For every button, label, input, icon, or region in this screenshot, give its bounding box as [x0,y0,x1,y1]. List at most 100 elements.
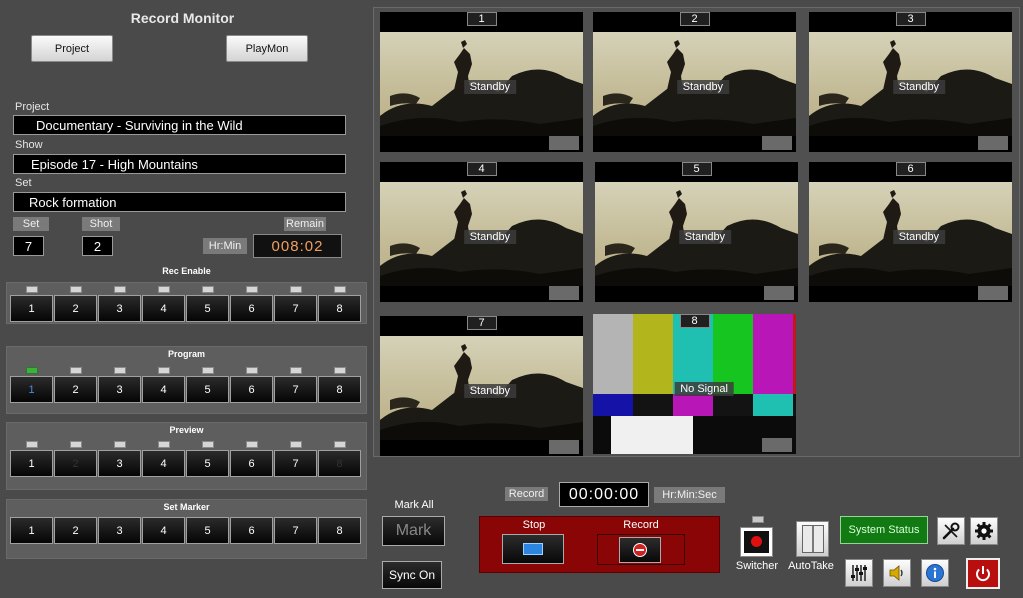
playmon-button[interactable]: PlayMon [226,35,308,62]
preview-button-8[interactable]: 8 [318,450,361,477]
program-led-2 [69,367,82,374]
speaker-icon [889,565,903,581]
set-counter-tag: Set [13,217,49,231]
sync-on-button[interactable]: Sync On [382,561,442,589]
program-button-8[interactable]: 8 [318,376,361,403]
set-marker-cell-3: 3 [98,517,141,544]
preview-button-6[interactable]: 6 [230,450,273,477]
tools-button[interactable] [937,517,965,545]
preview-led-7 [289,441,302,448]
monitor-corner-indicator [549,440,579,454]
hrmin-tag: Hr:Min [203,238,247,254]
set-marker-button-7[interactable]: 7 [274,517,317,544]
set-field[interactable]: Rock formation [13,192,346,212]
monitor-number: 4 [466,162,497,176]
record-button[interactable] [619,537,661,563]
preview-button-5[interactable]: 5 [186,450,229,477]
preview-button-7[interactable]: 7 [274,450,317,477]
stop-icon [523,543,543,555]
program-button-7[interactable]: 7 [274,376,317,403]
monitor-number: 2 [679,12,710,26]
rec-enable-button-4[interactable]: 4 [142,295,185,322]
power-button[interactable] [966,558,1000,589]
preview-button-4[interactable]: 4 [142,450,185,477]
switcher-button[interactable] [740,527,773,557]
rec-enable-led-1 [25,286,38,293]
monitor-4[interactable]: 4 Standby [380,162,583,302]
show-label: Show [15,139,43,151]
show-field[interactable]: Episode 17 - High Mountains [13,154,346,174]
rec-enable-button-2[interactable]: 2 [54,295,97,322]
rec-enable-button-8[interactable]: 8 [318,295,361,322]
preview-led-8 [333,441,346,448]
set-marker-button-3[interactable]: 3 [98,517,141,544]
project-field[interactable]: Documentary - Surviving in the Wild [13,115,346,135]
program-button-6[interactable]: 6 [230,376,273,403]
rec-enable-led-7 [289,286,302,293]
preview-cell-1: 1 [10,441,53,477]
record-tag: Record [505,487,548,501]
program-button-3[interactable]: 3 [98,376,141,403]
program-button-2[interactable]: 2 [54,376,97,403]
stop-label: Stop [522,519,546,531]
mark-button[interactable]: Mark [382,516,445,546]
program-led-8 [333,367,346,374]
monitor-5[interactable]: 5 Standby [595,162,798,302]
monitor-status: Standby [463,230,517,244]
set-marker-title: Set Marker [163,502,210,512]
program-button-4[interactable]: 4 [142,376,185,403]
program-cell-1: 1 [10,367,53,403]
system-status-button[interactable]: System Status [840,516,928,544]
rec-enable-button-3[interactable]: 3 [98,295,141,322]
set-marker-cell-7: 7 [274,517,317,544]
preview-led-5 [201,441,214,448]
monitor-corner-indicator [549,286,579,300]
preview-cell-4: 4 [142,441,185,477]
program-button-1[interactable]: 1 [10,376,53,403]
preview-led-3 [113,441,126,448]
stop-button[interactable] [502,534,564,564]
monitor-6[interactable]: 6 Standby [809,162,1012,302]
no-entry-icon [633,543,647,557]
preview-button-2[interactable]: 2 [54,450,97,477]
preview-group: Preview 12345678 [6,422,367,490]
monitor-8[interactable]: 8 No Signal [593,314,796,454]
rec-enable-button-1[interactable]: 1 [10,295,53,322]
switcher-label: Switcher [735,560,779,572]
set-marker-button-8[interactable]: 8 [318,517,361,544]
set-marker-button-5[interactable]: 5 [186,517,229,544]
set-marker-button-1[interactable]: 1 [10,517,53,544]
monitor-number: 8 [679,314,710,328]
program-cell-3: 3 [98,367,141,403]
preview-cell-5: 5 [186,441,229,477]
volume-button[interactable] [883,559,911,587]
set-marker-button-4[interactable]: 4 [142,517,185,544]
preview-button-1[interactable]: 1 [10,450,53,477]
monitor-3[interactable]: 3 Standby [809,12,1012,152]
rec-enable-led-2 [69,286,82,293]
project-button[interactable]: Project [31,35,113,62]
rec-enable-led-5 [201,286,214,293]
set-marker-button-6[interactable]: 6 [230,517,273,544]
settings-button[interactable] [970,517,998,545]
shot-counter-tag: Shot [82,217,120,231]
mixer-button[interactable] [845,559,873,587]
rec-enable-button-7[interactable]: 7 [274,295,317,322]
program-cell-8: 8 [318,367,361,403]
wrench-screwdriver-icon [942,522,960,540]
monitor-2[interactable]: 2 Standby [593,12,796,152]
monitor-7[interactable]: 7 Standby [380,316,583,456]
program-button-5[interactable]: 5 [186,376,229,403]
autotake-button[interactable] [796,521,829,557]
rec-enable-button-6[interactable]: 6 [230,295,273,322]
preview-led-6 [245,441,258,448]
monitor-1[interactable]: 1 Standby [380,12,583,152]
set-counter: 7 [13,236,44,256]
project-label: Project [15,101,50,113]
program-cell-4: 4 [142,367,185,403]
set-marker-button-2[interactable]: 2 [54,517,97,544]
preview-button-3[interactable]: 3 [98,450,141,477]
set-marker-cell-1: 1 [10,517,53,544]
rec-enable-button-5[interactable]: 5 [186,295,229,322]
info-button[interactable] [921,559,949,587]
